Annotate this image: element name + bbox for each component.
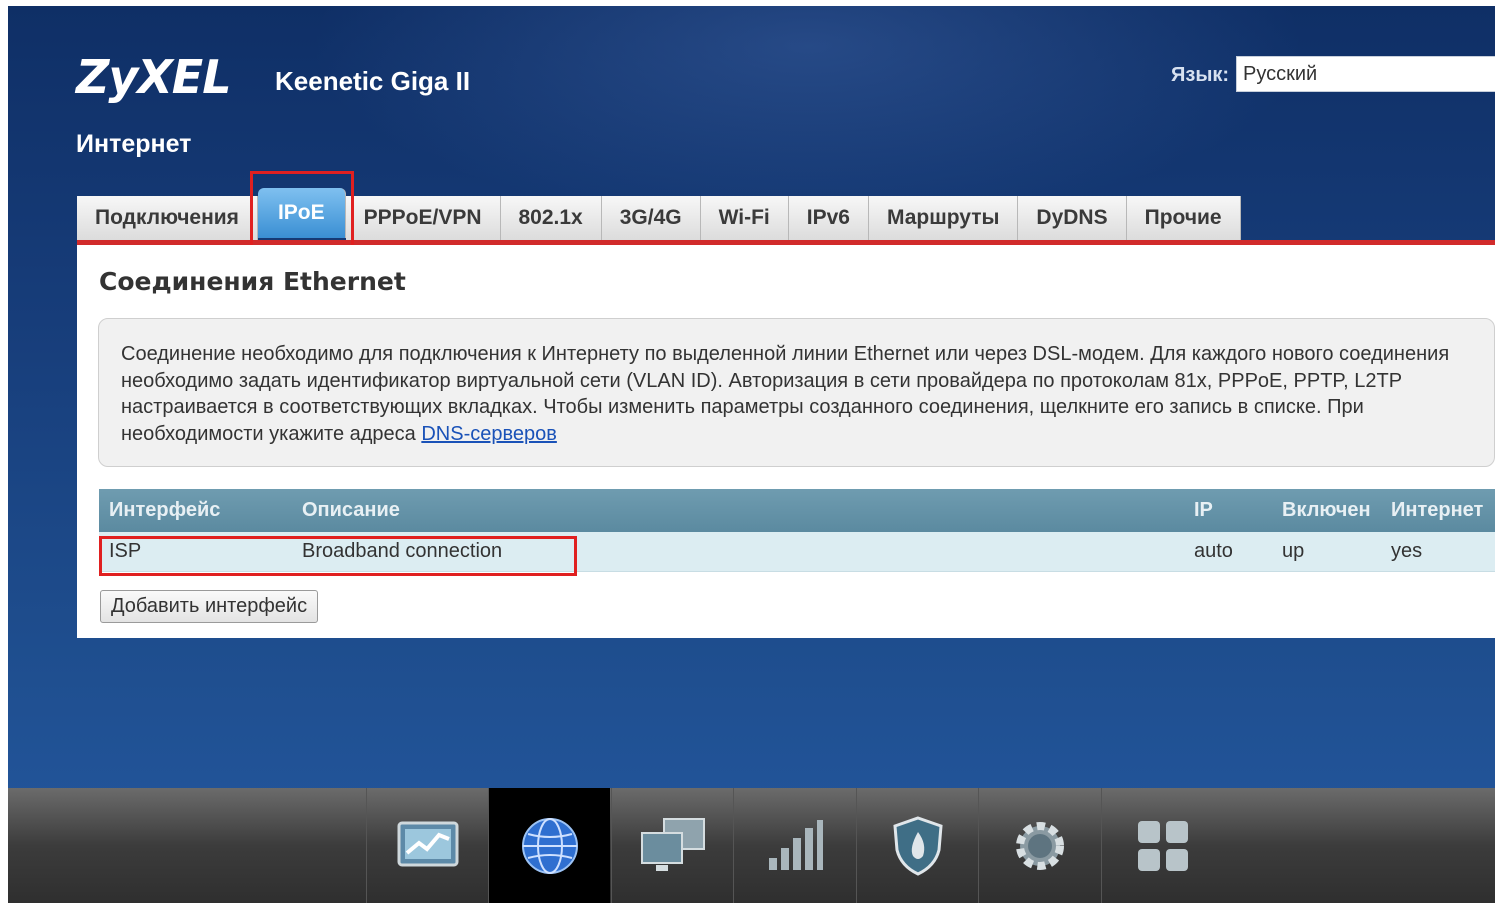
dock-system-button[interactable] [978,788,1100,903]
cell-ip: auto [1194,540,1233,562]
tab-wifi[interactable]: Wi-Fi [700,196,789,240]
globe-icon [521,817,578,874]
dock-internet-button[interactable] [488,788,610,903]
col-ip: IP [1194,499,1213,521]
cell-internet: yes [1391,540,1423,562]
router-web-ui: ZyXEL Keenetic Giga II Интернет Язык: Ру… [8,6,1495,903]
section-title: Соединения Ethernet [99,267,406,296]
tab-routes[interactable]: Маршруты [868,196,1019,240]
dock-apps-button[interactable] [1101,788,1223,903]
cell-enabled: up [1282,540,1305,562]
col-internet: Интернет [1391,499,1484,521]
dock-wifi-button[interactable] [733,788,855,903]
bottom-dock [8,788,1495,903]
table-header: Интерфейс Описание IP Включен Интернет [99,489,1495,532]
language-select[interactable]: Русский [1236,56,1495,92]
tab-other[interactable]: Прочие [1126,196,1241,240]
col-description: Описание [302,499,400,521]
brand-logo: ZyXEL [76,50,232,104]
tab-pppoe-vpn[interactable]: PPPoE/VPN [345,196,501,240]
apps-grid-icon [1137,820,1188,871]
dock-monitor-button[interactable] [366,788,488,903]
device-model: Keenetic Giga II [275,66,471,96]
highlight-box-row [99,536,577,576]
dock-home-network-button[interactable] [611,788,733,903]
tab-connections[interactable]: Подключения [77,196,258,240]
gear-icon [1015,821,1064,870]
tab-dydns[interactable]: DyDNS [1018,196,1127,240]
tab-ipv6[interactable]: IPv6 [788,196,869,240]
dns-servers-link[interactable]: DNS-серверов [421,423,557,445]
add-interface-button[interactable]: Добавить интерфейс [100,590,319,623]
shield-icon [892,815,943,876]
col-interface: Интерфейс [109,499,221,521]
page-title: Интернет [76,130,192,158]
tab-3g-4g[interactable]: 3G/4G [601,196,701,240]
col-enabled: Включен [1282,499,1371,521]
dock-security-button[interactable] [856,788,978,903]
monitor-chart-icon [397,821,458,866]
tab-8021x[interactable]: 802.1x [500,196,602,240]
language-label: Язык: [1171,64,1230,86]
computers-icon [640,817,705,871]
info-box: Соединение необходимо для подключения к … [98,318,1495,467]
content-panel: Соединения Ethernet Соединение необходим… [77,245,1495,638]
info-text: Соединение необходимо для подключения к … [121,343,1450,445]
signal-bars-icon [768,819,823,870]
